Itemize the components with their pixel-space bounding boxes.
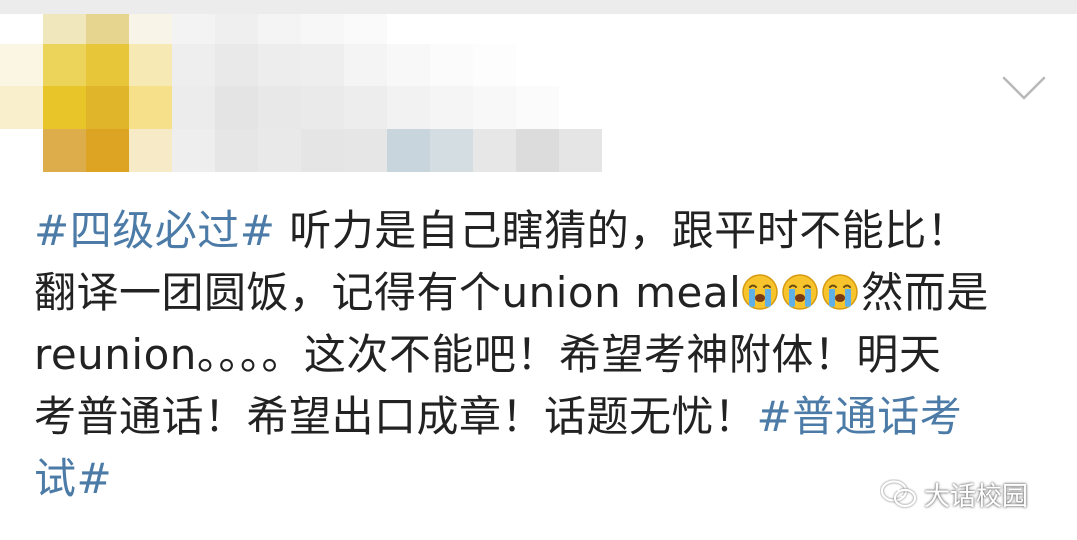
mosaic-block bbox=[344, 86, 387, 129]
mosaic-block bbox=[172, 86, 215, 129]
mosaic-block bbox=[258, 129, 301, 172]
mosaic-block bbox=[516, 44, 559, 87]
mosaic-block bbox=[258, 86, 301, 129]
mosaic-block bbox=[43, 86, 86, 129]
post-text-segment: 考普通话！希望出口成章！话题无忧！ bbox=[34, 392, 757, 441]
mosaic-block bbox=[129, 44, 172, 87]
mosaic-block bbox=[473, 14, 516, 44]
mosaic-block bbox=[172, 129, 215, 172]
mosaic-block bbox=[516, 129, 559, 172]
post-line-3: reunion。。。。这次不能吧！希望考神附体！明天 bbox=[34, 324, 1044, 386]
mosaic-block bbox=[602, 44, 645, 87]
mosaic-block bbox=[430, 129, 473, 172]
mosaic-block bbox=[258, 44, 301, 87]
mosaic-block bbox=[301, 86, 344, 129]
mosaic-block bbox=[516, 86, 559, 129]
mosaic-block bbox=[344, 129, 387, 172]
status-bar-strip bbox=[0, 0, 1077, 14]
crying-face-emoji bbox=[741, 266, 779, 310]
mosaic-block bbox=[172, 44, 215, 87]
mosaic-block bbox=[86, 129, 129, 172]
mosaic-block bbox=[602, 14, 645, 44]
post-text: #四级必过# 听力是自己瞎猜的，跟平时不能比！ 翻译一团圆饭，记得有个union… bbox=[34, 200, 1044, 510]
mosaic-block bbox=[344, 44, 387, 87]
mosaic-block bbox=[559, 14, 602, 44]
emoji-group bbox=[741, 268, 861, 317]
mosaic-block bbox=[559, 86, 602, 129]
post-line-2: 翻译一团圆饭，记得有个union meal 然而是 bbox=[34, 262, 1044, 324]
mosaic-block bbox=[215, 44, 258, 87]
mosaic-block bbox=[129, 14, 172, 44]
mosaic-block bbox=[301, 14, 344, 44]
mosaic-block bbox=[473, 86, 516, 129]
mosaic-block bbox=[86, 44, 129, 87]
mosaic-block bbox=[387, 129, 430, 172]
hashtag-link[interactable]: 试# bbox=[34, 454, 112, 503]
watermark-text: 大话校园 bbox=[924, 481, 1029, 512]
chevron-down-icon[interactable] bbox=[1000, 70, 1048, 104]
mosaic-block bbox=[215, 14, 258, 44]
mosaic-block bbox=[516, 14, 559, 44]
mosaic-block bbox=[86, 14, 129, 44]
mosaic-block bbox=[215, 129, 258, 172]
hashtag-link[interactable]: #普通话考 bbox=[757, 392, 963, 441]
post-line-4: 考普通话！希望出口成章！话题无忧！#普通话考 bbox=[34, 386, 1044, 448]
mosaic-block bbox=[258, 14, 301, 44]
mosaic-block bbox=[0, 129, 43, 172]
mosaic-block bbox=[473, 129, 516, 172]
mosaic-block bbox=[0, 44, 43, 87]
post-line-1: #四级必过# 听力是自己瞎猜的，跟平时不能比！ bbox=[34, 200, 1044, 262]
mosaic-block bbox=[602, 129, 645, 172]
mosaic-block bbox=[86, 86, 129, 129]
watermark: 大话校园 bbox=[880, 476, 1028, 512]
mosaic-block bbox=[301, 44, 344, 87]
wechat-icon bbox=[880, 479, 918, 509]
mosaic-block bbox=[602, 86, 645, 129]
mosaic-block bbox=[301, 129, 344, 172]
mosaic-block bbox=[559, 129, 602, 172]
mosaic-block bbox=[0, 14, 43, 44]
mosaic-block bbox=[387, 44, 430, 87]
mosaic-block bbox=[387, 14, 430, 44]
crying-face-emoji bbox=[781, 266, 819, 310]
mosaic-block bbox=[0, 86, 43, 129]
hashtag-link[interactable]: #四级必过# bbox=[34, 206, 275, 255]
mosaic-block bbox=[559, 44, 602, 87]
pixelated-user-header[interactable] bbox=[0, 14, 660, 174]
post-text-segment: 翻译一团圆饭，记得有个union meal bbox=[34, 268, 742, 317]
mosaic-block bbox=[129, 129, 172, 172]
mosaic-block bbox=[43, 44, 86, 87]
mosaic-block bbox=[43, 14, 86, 44]
mosaic-block bbox=[172, 14, 215, 44]
post-text-segment: 然而是 bbox=[861, 268, 989, 317]
mosaic-block bbox=[215, 86, 258, 129]
mosaic-block bbox=[430, 86, 473, 129]
mosaic-block bbox=[387, 86, 430, 129]
mosaic-block bbox=[129, 86, 172, 129]
post-text-segment: reunion。。。。这次不能吧！希望考神附体！明天 bbox=[34, 330, 942, 379]
mosaic-block bbox=[344, 14, 387, 44]
mosaic-block bbox=[43, 129, 86, 172]
crying-face-emoji bbox=[821, 266, 859, 310]
mosaic-block bbox=[473, 44, 516, 87]
post-text-segment: 听力是自己瞎猜的，跟平时不能比！ bbox=[275, 206, 970, 255]
mosaic-block bbox=[430, 14, 473, 44]
mosaic-block bbox=[430, 44, 473, 87]
